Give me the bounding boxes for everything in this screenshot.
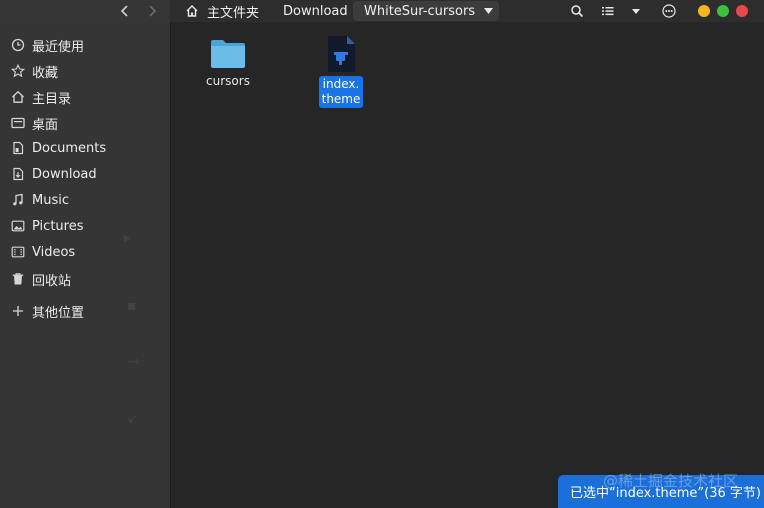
view-options-button[interactable] bbox=[628, 3, 644, 19]
ghost-artifact: ▸ bbox=[124, 230, 132, 246]
more-options-icon bbox=[662, 4, 676, 18]
desktop-icon bbox=[11, 117, 25, 129]
sidebar-item-label: Download bbox=[32, 166, 97, 182]
search-icon bbox=[571, 5, 584, 18]
sidebar-item-home[interactable]: 主目录 bbox=[11, 87, 71, 107]
file-item-cursors[interactable]: cursors bbox=[199, 36, 257, 90]
maximize-button[interactable] bbox=[717, 5, 729, 17]
sidebar-item-label: 桌面 bbox=[32, 117, 59, 133]
path-home-button[interactable]: 主文件夹 bbox=[185, 0, 259, 22]
forward-button[interactable] bbox=[143, 2, 161, 20]
dropdown-arrow-icon bbox=[484, 8, 494, 14]
video-icon bbox=[11, 246, 25, 258]
sidebar-item-trash[interactable]: 回收站 bbox=[11, 269, 71, 289]
plus-icon bbox=[13, 306, 23, 316]
menu-button[interactable] bbox=[661, 3, 677, 19]
document-icon bbox=[13, 141, 24, 155]
sidebar-item-label: Pictures bbox=[32, 218, 84, 234]
view-list-button[interactable] bbox=[600, 3, 616, 19]
home-icon bbox=[186, 5, 198, 17]
sidebar-item-documents[interactable]: Documents bbox=[11, 138, 106, 158]
folder-icon bbox=[211, 40, 245, 68]
ghost-artifact: → bbox=[128, 354, 140, 370]
dropdown-arrow-icon bbox=[632, 9, 640, 14]
sidebar-item-music[interactable]: Music bbox=[11, 190, 69, 210]
file-name: cursors bbox=[206, 74, 250, 88]
path-download-label: Download bbox=[283, 3, 348, 19]
ghost-artifact: ▪ bbox=[127, 298, 137, 314]
path-current-label: WhiteSur-cursors bbox=[364, 3, 476, 19]
sidebar: 最近使用 收藏 主目录 桌面 Documents Download Music … bbox=[0, 22, 170, 508]
sidebar-item-label: 回收站 bbox=[32, 273, 72, 289]
sidebar-item-pictures[interactable]: Pictures bbox=[11, 216, 83, 236]
file-view[interactable]: cursors index. theme bbox=[171, 22, 764, 508]
path-download-button[interactable]: Download bbox=[283, 0, 348, 22]
header-bar: 主文件夹 Download WhiteSur-cursors bbox=[0, 0, 764, 22]
music-icon bbox=[13, 193, 23, 206]
clock-icon bbox=[11, 38, 25, 52]
file-item-index-theme[interactable]: index. theme bbox=[316, 35, 366, 108]
theme-file-icon bbox=[328, 36, 355, 72]
sidebar-item-recent[interactable]: 最近使用 bbox=[11, 35, 84, 55]
sidebar-item-label: Videos bbox=[32, 244, 76, 260]
back-button[interactable] bbox=[116, 2, 134, 20]
file-name-line: theme bbox=[321, 92, 361, 106]
sidebar-item-videos[interactable]: Videos bbox=[11, 242, 75, 262]
sidebar-item-desktop[interactable]: 桌面 bbox=[11, 113, 58, 133]
sidebar-item-label: Music bbox=[32, 192, 69, 208]
watermark: @稀土掘金技术社区 bbox=[603, 472, 739, 490]
chevron-left-icon bbox=[120, 5, 128, 17]
ghost-artifact: ↙ bbox=[127, 411, 139, 427]
sidebar-item-other-locations[interactable]: 其他位置 bbox=[11, 301, 84, 321]
file-name-selected: index. theme bbox=[318, 76, 364, 108]
sidebar-item-label: 收藏 bbox=[32, 65, 59, 81]
star-icon bbox=[11, 64, 25, 78]
chevron-right-icon bbox=[149, 5, 157, 17]
path-home-label: 主文件夹 bbox=[207, 5, 260, 21]
sidebar-item-label: Documents bbox=[32, 140, 107, 156]
sidebar-item-starred[interactable]: 收藏 bbox=[11, 61, 58, 81]
sidebar-item-label: 最近使用 bbox=[32, 39, 85, 55]
close-button[interactable] bbox=[736, 5, 748, 17]
home-icon bbox=[12, 90, 24, 103]
search-button[interactable] bbox=[569, 3, 585, 19]
file-name-line: index. bbox=[322, 77, 360, 91]
picture-icon bbox=[11, 220, 25, 232]
trash-icon bbox=[12, 273, 24, 285]
sidebar-item-label: 其他位置 bbox=[32, 305, 85, 321]
list-view-icon bbox=[602, 7, 614, 16]
download-icon bbox=[13, 167, 24, 181]
minimize-button[interactable] bbox=[698, 5, 710, 17]
sidebar-item-label: 主目录 bbox=[32, 91, 72, 107]
path-current-button[interactable]: WhiteSur-cursors bbox=[353, 1, 500, 21]
sidebar-item-download[interactable]: Download bbox=[11, 164, 97, 184]
